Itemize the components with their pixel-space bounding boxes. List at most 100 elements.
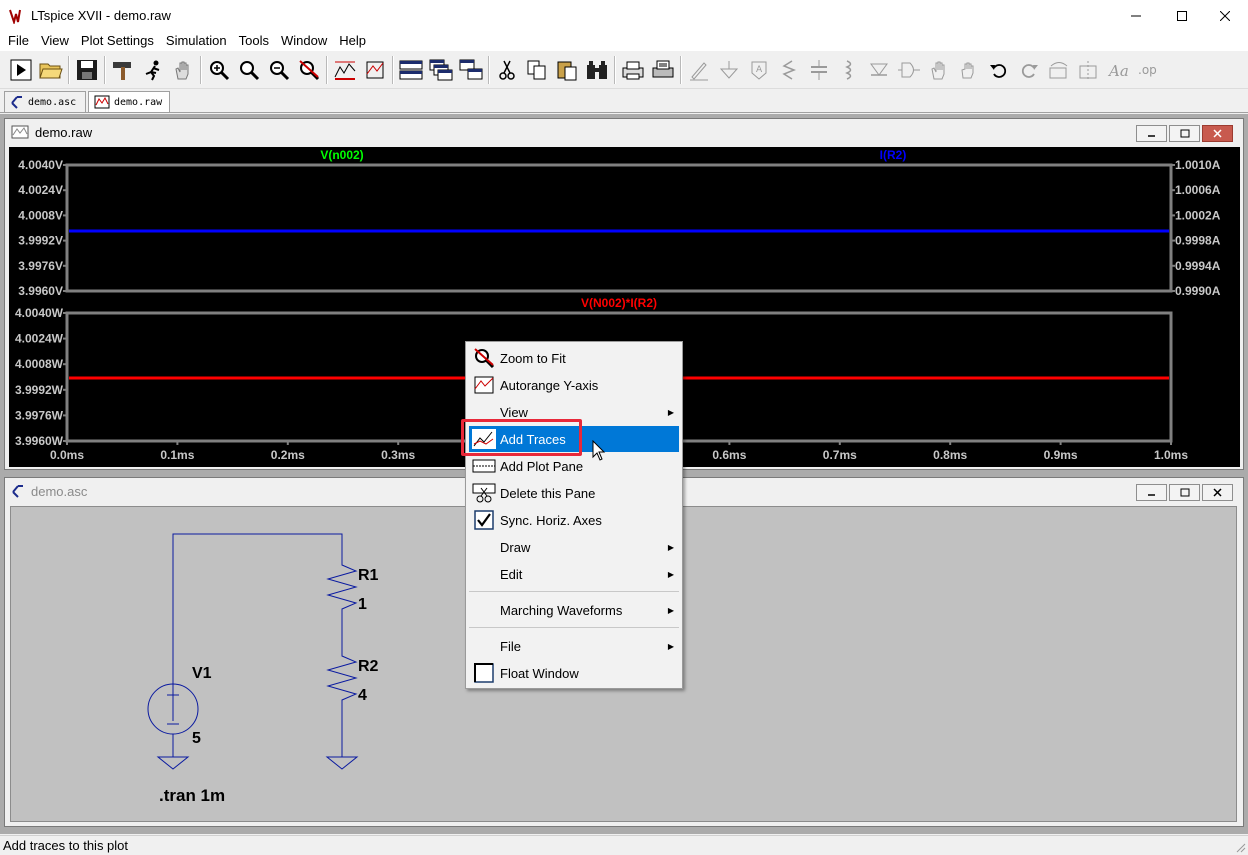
plot-context-menu: Zoom to Fit Autorange Y-axis View ▶ Add … xyxy=(465,341,683,689)
diode-button[interactable] xyxy=(864,55,894,85)
menu-item-add-plot-pane[interactable]: Add Plot Pane xyxy=(469,453,679,479)
child-restore-button[interactable] xyxy=(1169,125,1200,142)
inductor-button[interactable] xyxy=(834,55,864,85)
r1-name: R1 xyxy=(358,567,379,584)
minimize-button[interactable] xyxy=(1113,0,1159,31)
open-button[interactable] xyxy=(36,55,66,85)
tab-demo-raw[interactable]: demo.raw xyxy=(88,91,170,112)
undo-button[interactable] xyxy=(984,55,1014,85)
menu-item-float-window[interactable]: Float Window xyxy=(469,660,679,686)
child-minimize-button[interactable] xyxy=(1136,125,1167,142)
y2-tick-label: 0.9990A xyxy=(1175,284,1221,298)
drag-button[interactable] xyxy=(954,55,984,85)
wire xyxy=(172,533,343,721)
toolbar-separator xyxy=(68,55,70,84)
menu-item-label: Add Plot Pane xyxy=(500,458,584,474)
resistor-button[interactable] xyxy=(774,55,804,85)
maximize-icon xyxy=(1177,10,1187,21)
copy-button[interactable] xyxy=(522,55,552,85)
menu-item-file[interactable]: File ▶ xyxy=(469,633,679,659)
zoom-area-button[interactable] xyxy=(234,55,264,85)
label-net-button[interactable]: A xyxy=(744,55,774,85)
submenu-arrow-icon: ▶ xyxy=(667,542,674,552)
menu-help[interactable]: Help xyxy=(333,31,372,51)
y2-tick-label: 1.0010A xyxy=(1175,158,1221,172)
menu-item-autorange-y[interactable]: Autorange Y-axis xyxy=(469,372,679,398)
child-close-button[interactable] xyxy=(1202,484,1233,501)
tile-horizontal-button[interactable] xyxy=(396,55,426,85)
mouse-cursor-icon xyxy=(592,440,606,461)
autorange-y-icon xyxy=(366,61,384,78)
toolbar-separator xyxy=(680,55,682,84)
close-button[interactable] xyxy=(1202,0,1248,31)
menu-item-label: Sync. Horiz. Axes xyxy=(500,512,602,528)
x-tick-label: 0.3ms xyxy=(381,448,415,462)
print-button[interactable] xyxy=(648,55,678,85)
cascade-button[interactable] xyxy=(426,55,456,85)
menu-simulation[interactable]: Simulation xyxy=(160,31,233,51)
menu-item-label: Delete this Pane xyxy=(500,485,596,501)
menu-item-delete-pane[interactable]: Delete this Pane xyxy=(469,480,679,506)
component-button[interactable] xyxy=(894,55,924,85)
find-button[interactable] xyxy=(582,55,612,85)
zoom-fit-icon xyxy=(474,348,495,368)
menu-tools[interactable]: Tools xyxy=(233,31,275,51)
save-button[interactable] xyxy=(72,55,102,85)
tab-demo-asc[interactable]: demo.asc xyxy=(4,91,86,112)
cut-button[interactable] xyxy=(492,55,522,85)
child-restore-button[interactable] xyxy=(1169,484,1200,501)
menu-item-edit[interactable]: Edit ▶ xyxy=(469,561,679,587)
trace-label-power: V(N002)*I(R2) xyxy=(581,296,657,310)
paste-button[interactable] xyxy=(552,55,582,85)
menu-file[interactable]: File xyxy=(2,31,35,51)
halt-button[interactable] xyxy=(168,55,198,85)
paste-icon xyxy=(557,61,577,80)
menu-item-marching-waveforms[interactable]: Marching Waveforms ▶ xyxy=(469,597,679,623)
zoom-out-button[interactable] xyxy=(264,55,294,85)
menu-item-draw[interactable]: Draw ▶ xyxy=(469,534,679,560)
zoom-fit-button[interactable] xyxy=(294,55,324,85)
schematic-window-title: demo.asc xyxy=(31,483,88,499)
ltspice-app-icon xyxy=(9,9,21,24)
autorange-button[interactable] xyxy=(330,55,360,85)
v1-name: V1 xyxy=(192,665,212,682)
tile-vertical-button[interactable] xyxy=(456,55,486,85)
binoculars-icon xyxy=(587,60,607,79)
zoom-in-button[interactable] xyxy=(204,55,234,85)
redo-button[interactable] xyxy=(1014,55,1044,85)
menu-item-zoom-to-fit[interactable]: Zoom to Fit xyxy=(469,345,679,371)
spice-directive-button[interactable]: .op xyxy=(1134,55,1164,85)
hand-icon xyxy=(175,61,189,79)
capacitor-button[interactable] xyxy=(804,55,834,85)
pencil-icon xyxy=(690,61,708,80)
text-button[interactable]: Aa xyxy=(1104,55,1134,85)
resize-grip-icon xyxy=(1236,843,1246,853)
rotate-button[interactable] xyxy=(1044,55,1074,85)
menu-window[interactable]: Window xyxy=(275,31,333,51)
print-preview-button[interactable] xyxy=(618,55,648,85)
autorange-y-button[interactable] xyxy=(360,55,390,85)
menu-item-sync-horiz-axes[interactable]: Sync. Horiz. Axes xyxy=(469,507,679,533)
control-panel-button[interactable] xyxy=(108,55,138,85)
hammer-icon xyxy=(113,61,131,80)
menu-item-label: Edit xyxy=(500,566,523,582)
toolbar-separator xyxy=(392,55,394,84)
menu-plot-settings[interactable]: Plot Settings xyxy=(75,31,160,51)
close-icon xyxy=(1213,129,1222,138)
mirror-button[interactable] xyxy=(1074,55,1104,85)
maximize-button[interactable] xyxy=(1159,0,1205,31)
waveform-window-titlebar[interactable]: demo.raw xyxy=(5,119,1243,145)
mirror-icon xyxy=(1079,60,1097,80)
run-button[interactable] xyxy=(6,55,36,85)
ground-button[interactable] xyxy=(714,55,744,85)
move-hand-icon xyxy=(931,61,945,79)
y-tick-label: 4.0008V xyxy=(18,208,63,222)
spice-directive[interactable]: .tran 1m xyxy=(159,786,225,805)
move-button[interactable] xyxy=(924,55,954,85)
child-close-button[interactable] xyxy=(1202,125,1233,142)
run-simulation-button[interactable] xyxy=(138,55,168,85)
tab-label: demo.asc xyxy=(28,96,77,108)
child-minimize-button[interactable] xyxy=(1136,484,1167,501)
menu-view[interactable]: View xyxy=(35,31,75,51)
draw-wire-button[interactable] xyxy=(684,55,714,85)
